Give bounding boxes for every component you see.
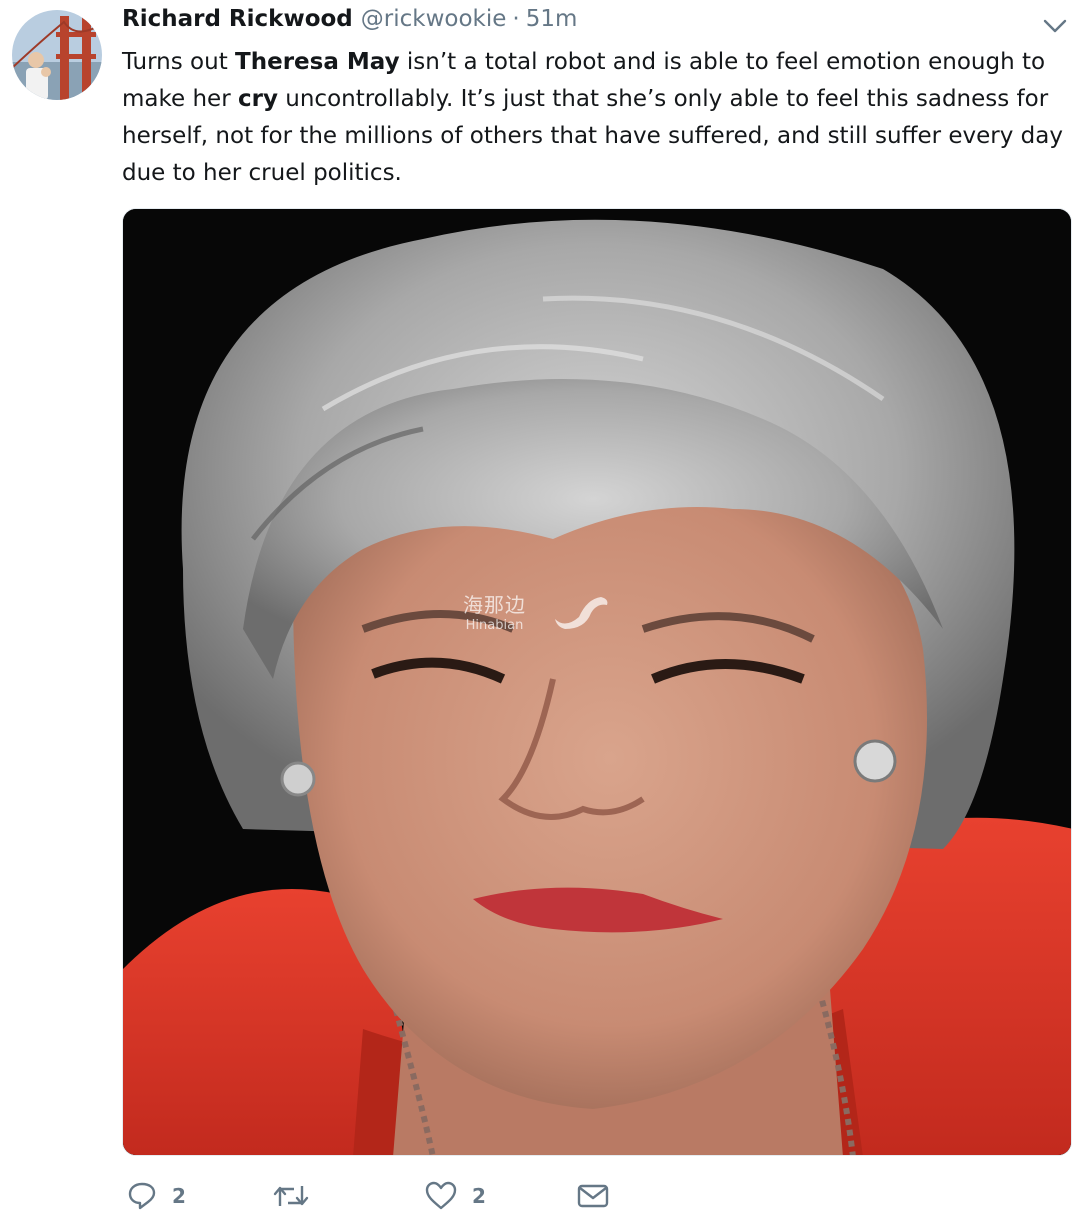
text-segment: make her <box>122 86 238 112</box>
text-segment: Turns out <box>122 49 236 75</box>
reply-button[interactable]: 2 <box>126 1180 186 1212</box>
tweet-text-line: due to her cruel politics. <box>122 160 402 186</box>
tweet-text-line: make her cry uncontrollably. It’s just t… <box>122 81 1072 118</box>
avatar[interactable] <box>12 10 102 100</box>
author-name[interactable]: Richard Rickwood <box>122 6 353 32</box>
direct-message-icon <box>577 1184 609 1208</box>
author-handle[interactable]: @rickwookie <box>361 6 507 32</box>
highlighted-term: Theresa May <box>235 49 400 75</box>
retweet-icon <box>273 1186 309 1206</box>
tweet-text-line: herself, not for the millions of others … <box>122 123 1063 149</box>
watermark: 海那边 Hinabian <box>463 589 608 633</box>
reply-count: 2 <box>172 1184 186 1208</box>
watermark-bird-icon <box>555 597 608 629</box>
highlighted-term: cry <box>237 86 278 112</box>
retweet-button[interactable] <box>272 1180 324 1212</box>
like-count: 2 <box>472 1184 486 1208</box>
tweet-header: Richard Rickwood @rickwookie · 51m <box>122 6 577 42</box>
separator: · <box>512 6 520 32</box>
direct-message-button[interactable] <box>576 1180 610 1212</box>
watermark-en: Hinabian <box>465 618 524 633</box>
watermark-cn: 海那边 <box>463 593 526 617</box>
tweet-actions: 2 2 <box>122 1180 1072 1220</box>
timestamp[interactable]: 51m <box>526 6 578 32</box>
text-segment: uncontrollably. It’s just that she’s onl… <box>277 86 1049 112</box>
like-icon <box>425 1181 457 1210</box>
text-segment: isn’t a total robot and is able to feel … <box>399 49 1046 75</box>
tweet: Richard Rickwood @rickwookie · 51m Turns… <box>0 0 1080 1220</box>
reply-icon <box>128 1182 156 1210</box>
tweet-text-line: Turns out Theresa May isn’t a total robo… <box>122 44 1072 81</box>
chevron-down-icon[interactable] <box>1040 14 1070 38</box>
like-button[interactable]: 2 <box>424 1180 486 1212</box>
tweet-text: Turns out Theresa May isn’t a total robo… <box>122 44 1072 192</box>
tweet-photo[interactable]: 海那边 Hinabian <box>122 208 1072 1156</box>
